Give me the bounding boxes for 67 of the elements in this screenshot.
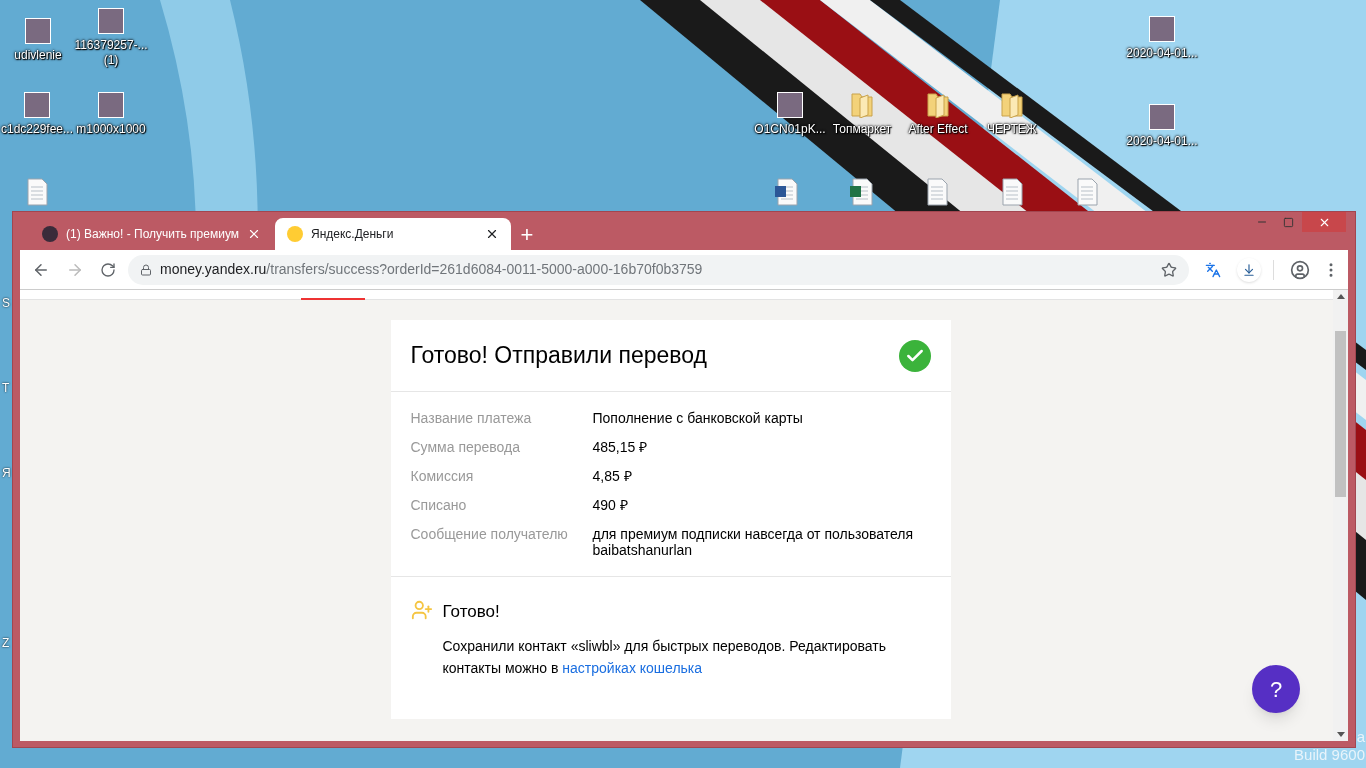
desktop-icon-label[interactable]: Z: [2, 634, 10, 652]
desktop-icon-label[interactable]: Я: [2, 464, 11, 482]
site-favicon-icon: [42, 226, 58, 242]
scroll-up-icon[interactable]: [1336, 294, 1345, 299]
desktop-icon-label[interactable]: 116379257-... (1): [69, 38, 153, 68]
scrollbar-thumb[interactable]: [1335, 331, 1346, 497]
tab-title: (1) Важно! - Получить премиум: [66, 226, 239, 243]
new-tab-button[interactable]: +: [513, 220, 541, 250]
scroll-down-icon[interactable]: [1336, 732, 1345, 737]
document-icon: [1000, 178, 1024, 206]
browser-tab[interactable]: (1) Важно! - Получить премиум: [30, 218, 273, 250]
star-icon[interactable]: [1161, 261, 1177, 278]
desktop-icon-label[interactable]: c1dc229fee...: [0, 122, 74, 137]
document-icon: [1075, 178, 1099, 206]
download-icon: [1242, 262, 1256, 277]
success-check-icon: [898, 339, 931, 372]
detail-label: Название платежа: [410, 410, 533, 426]
desktop-icon-label[interactable]: T: [2, 379, 10, 397]
detail-value: Пополнение с банковской карты: [592, 410, 804, 426]
active-section-underline: [301, 298, 365, 300]
detail-value: 485,15 ₽: [592, 439, 649, 455]
translate-icon[interactable]: [1205, 261, 1221, 278]
detail-value: 490 ₽: [592, 497, 629, 513]
reload-icon[interactable]: [100, 261, 116, 278]
desktop-icon-label[interactable]: m1000x1000: [76, 122, 146, 137]
image-thumbnail-icon: [1149, 16, 1175, 42]
folder-icon: [850, 90, 874, 118]
detail-value: 4,85 ₽: [592, 468, 633, 484]
desktop-icon-label[interactable]: 2020-04-01...: [1126, 46, 1198, 61]
lock-icon: [140, 263, 152, 276]
image-thumbnail-icon: [98, 92, 124, 118]
folder-icon: [926, 90, 950, 118]
add-contact-icon: [410, 599, 433, 621]
system-build-text: a: [1356, 728, 1365, 746]
detail-label: Сумма перевода: [410, 439, 522, 455]
desktop-icon-label[interactable]: 2020-04-01...: [1126, 134, 1198, 149]
download-button[interactable]: [1237, 257, 1261, 282]
spreadsheet-icon: [850, 178, 874, 206]
wallet-settings-link[interactable]: настройках кошелька: [562, 659, 703, 676]
detail-label: Сообщение получателю: [410, 526, 569, 544]
folder-icon: [1000, 90, 1024, 118]
detail-label: Списано: [410, 497, 468, 513]
desktop-icon-label[interactable]: udivlenie: [14, 48, 62, 63]
document-icon: [25, 178, 49, 206]
desktop-icon-label[interactable]: ЧЕРТЕЖ: [987, 122, 1037, 137]
browser-tab[interactable]: Яндекс.Деньги: [275, 218, 511, 250]
document-icon: [925, 178, 949, 206]
detail-label: Комиссия: [410, 468, 475, 484]
image-thumbnail-icon: [777, 92, 803, 118]
url-text: money.yandex.ru/transfers/success?orderId=261d6084-0011-5000-a000-16b70f0b3759: [160, 260, 704, 279]
desktop-icon-label[interactable]: S: [2, 294, 10, 312]
address-bar[interactable]: money.yandex.ru/transfers/success?orderId=261d6084-0011-5000-a000-16b70f0b3759: [128, 254, 1189, 285]
contact-title: Готово!: [442, 601, 501, 623]
word-document-icon: [775, 178, 799, 206]
profile-icon[interactable]: [1290, 259, 1310, 280]
image-thumbnail-icon: [1149, 104, 1175, 130]
contact-message: Сохранили контакт «sliwbl» для быстрых переводов. Редактировать контакты можно в настройках кошелька: [442, 636, 887, 678]
close-icon[interactable]: [485, 227, 499, 241]
tab-title: Яндекс.Деньги: [311, 226, 395, 243]
image-thumbnail-icon: [24, 92, 50, 118]
image-thumbnail-icon: [98, 8, 124, 34]
site-favicon-icon: [287, 226, 303, 242]
maximize-icon: [1283, 216, 1294, 228]
card-title: Готово! Отправили перевод: [410, 341, 707, 371]
detail-value: для премиум подписки навсегда от пользователя baibatshanurlan: [592, 526, 915, 558]
system-build-text: Build 9600: [1294, 746, 1365, 764]
image-thumbnail-icon: [25, 18, 51, 44]
